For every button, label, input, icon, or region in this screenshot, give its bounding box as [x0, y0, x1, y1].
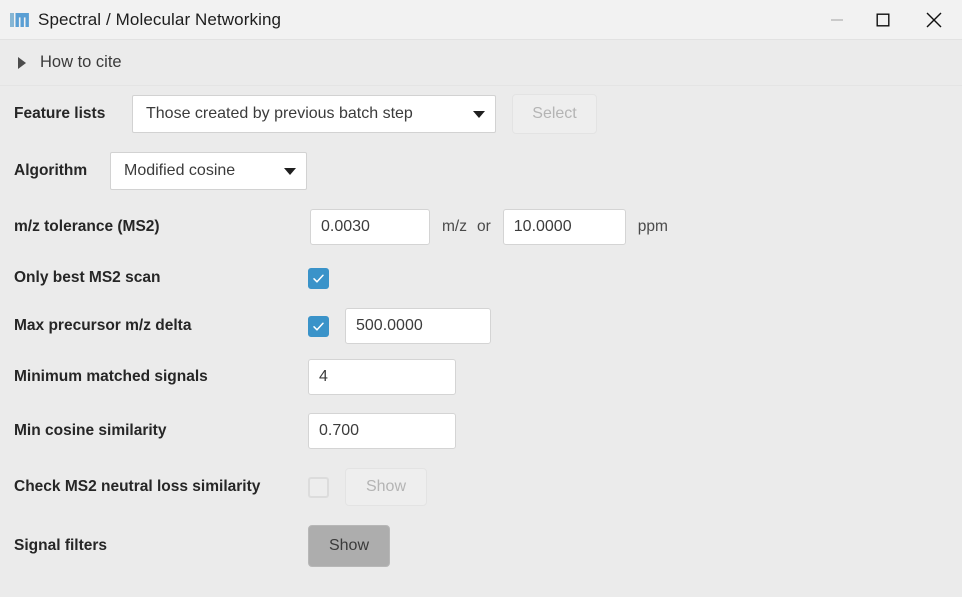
algorithm-dropdown[interactable]: Modified cosine — [110, 152, 307, 190]
select-button-label: Select — [532, 105, 577, 122]
mz-tolerance-mz-input[interactable]: 0.0030 — [310, 209, 430, 245]
mz-tolerance-ppm-input[interactable]: 10.0000 — [502, 209, 626, 245]
min-matched-signals-value: 4 — [319, 368, 328, 385]
only-best-ms2-checkbox[interactable] — [308, 267, 329, 289]
select-button[interactable]: Select — [512, 94, 597, 134]
row-feature-lists: Feature lists Those created by previous … — [0, 86, 962, 142]
minimize-button[interactable] — [814, 0, 860, 40]
row-only-best-ms2: Only best MS2 scan — [0, 254, 962, 302]
row-min-cosine-similarity: Min cosine similarity 0.700 — [0, 404, 962, 458]
min-cosine-similarity-value: 0.700 — [319, 422, 360, 439]
window-controls — [814, 0, 962, 40]
neutral-loss-show-label: Show — [365, 478, 407, 495]
parameters-form: Feature lists Those created by previous … — [0, 86, 962, 576]
mz-tolerance-mz-value: 0.0030 — [321, 218, 370, 235]
max-precursor-delta-label: Max precursor m/z delta — [14, 317, 192, 334]
chevron-down-icon — [284, 167, 296, 175]
how-to-cite-label: How to cite — [40, 53, 122, 71]
feature-lists-dropdown[interactable]: Those created by previous batch step — [132, 95, 496, 133]
minimize-icon — [831, 19, 843, 21]
min-matched-signals-label: Minimum matched signals — [14, 368, 208, 385]
triangle-right-icon — [18, 56, 26, 69]
neutral-loss-show-button[interactable]: Show — [345, 468, 427, 506]
max-precursor-delta-checkbox[interactable] — [308, 315, 329, 337]
check-icon — [313, 322, 324, 331]
ppm-unit-label: ppm — [637, 218, 668, 235]
how-to-cite-pane[interactable]: How to cite — [0, 40, 962, 86]
maximize-icon — [876, 13, 890, 27]
maximize-button[interactable] — [860, 0, 906, 40]
max-precursor-delta-value: 500.0000 — [356, 317, 423, 334]
row-signal-filters: Signal filters Show — [0, 516, 962, 576]
min-matched-signals-input[interactable]: 4 — [308, 359, 456, 395]
algorithm-value: Modified cosine — [124, 162, 236, 179]
mz-or-label: or — [476, 218, 491, 235]
feature-lists-label: Feature lists — [14, 105, 106, 122]
window-titlebar: Spectral / Molecular Networking — [0, 0, 962, 40]
neutral-loss-checkbox[interactable] — [308, 476, 329, 498]
window-title: Spectral / Molecular Networking — [38, 9, 282, 29]
mz-tolerance-label: m/z tolerance (MS2) — [14, 218, 160, 235]
neutral-loss-label: Check MS2 neutral loss similarity — [14, 478, 261, 495]
row-algorithm: Algorithm Modified cosine — [0, 142, 962, 200]
mz-tolerance-ppm-value: 10.0000 — [513, 218, 572, 235]
signal-filters-show-label: Show — [328, 537, 370, 554]
mzmine-m-icon — [10, 12, 29, 27]
row-mz-tolerance: m/z tolerance (MS2) 0.0030 m/z or 10.000… — [0, 200, 962, 254]
close-icon — [926, 12, 942, 28]
signal-filters-show-button[interactable]: Show — [308, 525, 390, 567]
row-min-matched-signals: Minimum matched signals 4 — [0, 350, 962, 404]
signal-filters-label: Signal filters — [14, 537, 108, 554]
max-precursor-delta-input[interactable]: 500.0000 — [345, 308, 491, 344]
algorithm-label: Algorithm — [14, 162, 88, 179]
row-neutral-loss: Check MS2 neutral loss similarity Show — [0, 458, 962, 516]
only-best-ms2-label: Only best MS2 scan — [14, 269, 161, 286]
check-icon — [313, 274, 324, 283]
close-button[interactable] — [906, 0, 962, 40]
min-cosine-similarity-input[interactable]: 0.700 — [308, 413, 456, 449]
feature-lists-value: Those created by previous batch step — [146, 105, 413, 122]
row-max-precursor-delta: Max precursor m/z delta 500.0000 — [0, 302, 962, 350]
chevron-down-icon — [473, 110, 485, 118]
mz-unit-label: m/z — [442, 218, 467, 235]
min-cosine-similarity-label: Min cosine similarity — [14, 422, 167, 439]
